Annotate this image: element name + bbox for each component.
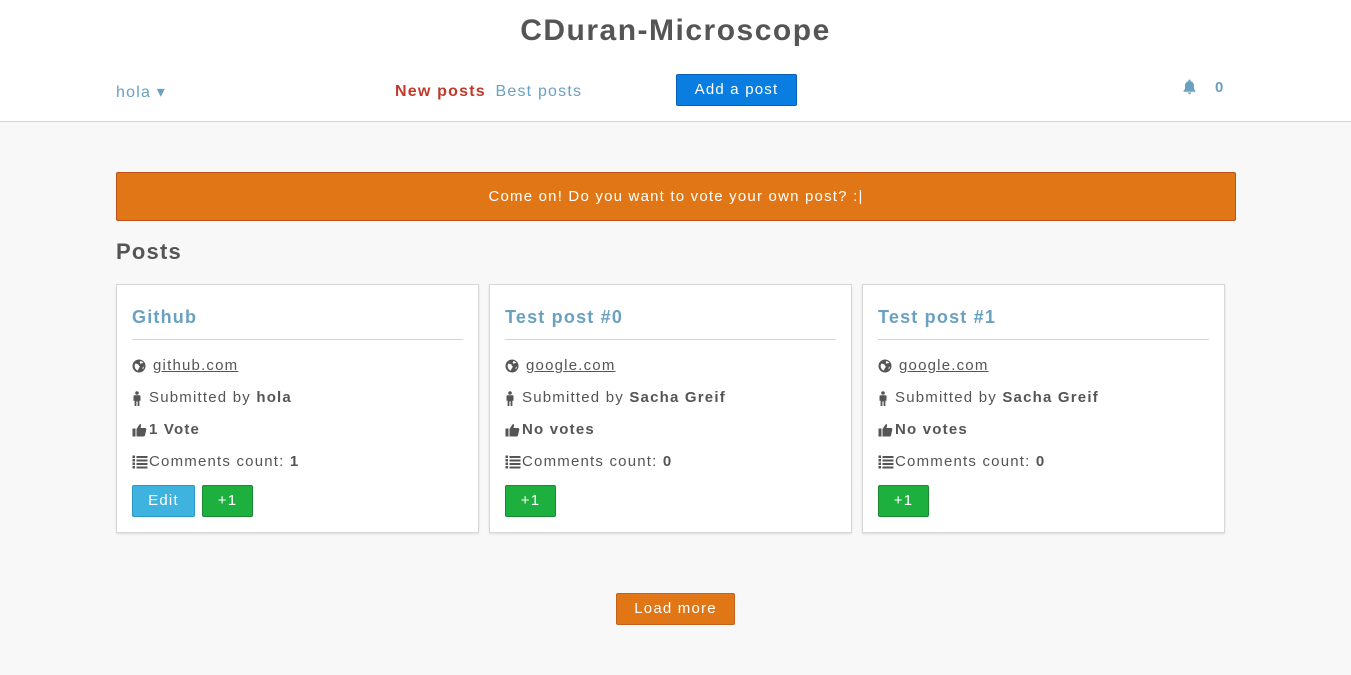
post-link-row: github.com bbox=[132, 356, 238, 376]
thumbs-up-icon bbox=[132, 423, 148, 437]
site-title[interactable]: CDuran-Microscope bbox=[0, 14, 1351, 48]
nav-links: New posts Best posts bbox=[395, 83, 582, 101]
post-card: Github github.com Submitted by hola 1 Vo… bbox=[116, 284, 479, 533]
post-author-row: Submitted by Sacha Greif bbox=[878, 388, 1099, 408]
post-domain-link[interactable]: google.com bbox=[899, 357, 989, 374]
nav-best-posts[interactable]: Best posts bbox=[495, 83, 582, 100]
post-domain-link[interactable]: google.com bbox=[526, 357, 616, 374]
post-comments-row: Comments count: 0 bbox=[505, 452, 672, 472]
post-votes-row: No votes bbox=[505, 420, 595, 440]
post-author-row: Submitted by Sacha Greif bbox=[505, 388, 726, 408]
comments-count: 0 bbox=[1035, 453, 1046, 470]
post-link-row: google.com bbox=[505, 356, 616, 376]
thumbs-up-icon bbox=[505, 423, 521, 437]
user-menu-dropdown[interactable]: hola ▾ bbox=[116, 82, 166, 102]
post-domain-link[interactable]: github.com bbox=[153, 357, 238, 374]
submitted-by-label: Submitted by bbox=[895, 389, 997, 406]
posts-heading: Posts bbox=[116, 239, 182, 264]
post-comments-row: Comments count: 0 bbox=[878, 452, 1045, 472]
post-card: Test post #0 google.com Submitted by Sac… bbox=[489, 284, 852, 533]
edit-button[interactable]: Edit bbox=[132, 485, 195, 517]
comments-count-label: Comments count: bbox=[149, 453, 285, 470]
globe-icon bbox=[878, 359, 894, 373]
divider bbox=[505, 339, 836, 340]
list-icon bbox=[132, 455, 148, 469]
post-link-row: google.com bbox=[878, 356, 989, 376]
post-comments-row: Comments count: 1 bbox=[132, 452, 299, 472]
person-icon bbox=[878, 390, 894, 406]
comments-count: 1 bbox=[289, 453, 300, 470]
add-post-button[interactable]: Add a post bbox=[676, 74, 797, 106]
upvote-button[interactable]: +1 bbox=[202, 485, 253, 517]
person-icon bbox=[132, 390, 148, 406]
list-icon bbox=[505, 455, 521, 469]
post-votes: No votes bbox=[522, 421, 595, 438]
post-author-row: Submitted by hola bbox=[132, 388, 292, 408]
post-title[interactable]: Github bbox=[132, 307, 197, 328]
globe-icon bbox=[132, 359, 148, 373]
comments-count-label: Comments count: bbox=[522, 453, 658, 470]
alert-banner: Come on! Do you want to vote your own po… bbox=[116, 172, 1236, 221]
thumbs-up-icon bbox=[878, 423, 894, 437]
upvote-button[interactable]: +1 bbox=[878, 485, 929, 517]
header: CDuran-Microscope hola ▾ New posts Best … bbox=[0, 0, 1351, 122]
notification-count: 0 bbox=[1215, 79, 1225, 96]
post-votes-row: No votes bbox=[878, 420, 968, 440]
divider bbox=[878, 339, 1209, 340]
person-icon bbox=[505, 390, 521, 406]
post-votes-row: 1 Vote bbox=[132, 420, 200, 440]
post-author[interactable]: Sacha Greif bbox=[1002, 389, 1099, 406]
post-card: Test post #1 google.com Submitted by Sac… bbox=[862, 284, 1225, 533]
post-votes: 1 Vote bbox=[149, 421, 201, 438]
bell-icon bbox=[1183, 79, 1196, 95]
submitted-by-label: Submitted by bbox=[522, 389, 624, 406]
post-title[interactable]: Test post #0 bbox=[505, 307, 623, 328]
post-votes: No votes bbox=[895, 421, 968, 438]
upvote-button[interactable]: +1 bbox=[505, 485, 556, 517]
load-more-button[interactable]: Load more bbox=[616, 593, 735, 625]
submitted-by-label: Submitted by bbox=[149, 389, 251, 406]
comments-count: 0 bbox=[662, 453, 673, 470]
post-title[interactable]: Test post #1 bbox=[878, 307, 996, 328]
globe-icon bbox=[505, 359, 521, 373]
list-icon bbox=[878, 455, 894, 469]
comments-count-label: Comments count: bbox=[895, 453, 1031, 470]
post-author[interactable]: Sacha Greif bbox=[629, 389, 726, 406]
nav-new-posts[interactable]: New posts bbox=[395, 83, 486, 100]
post-author[interactable]: hola bbox=[256, 389, 292, 406]
divider bbox=[132, 339, 463, 340]
